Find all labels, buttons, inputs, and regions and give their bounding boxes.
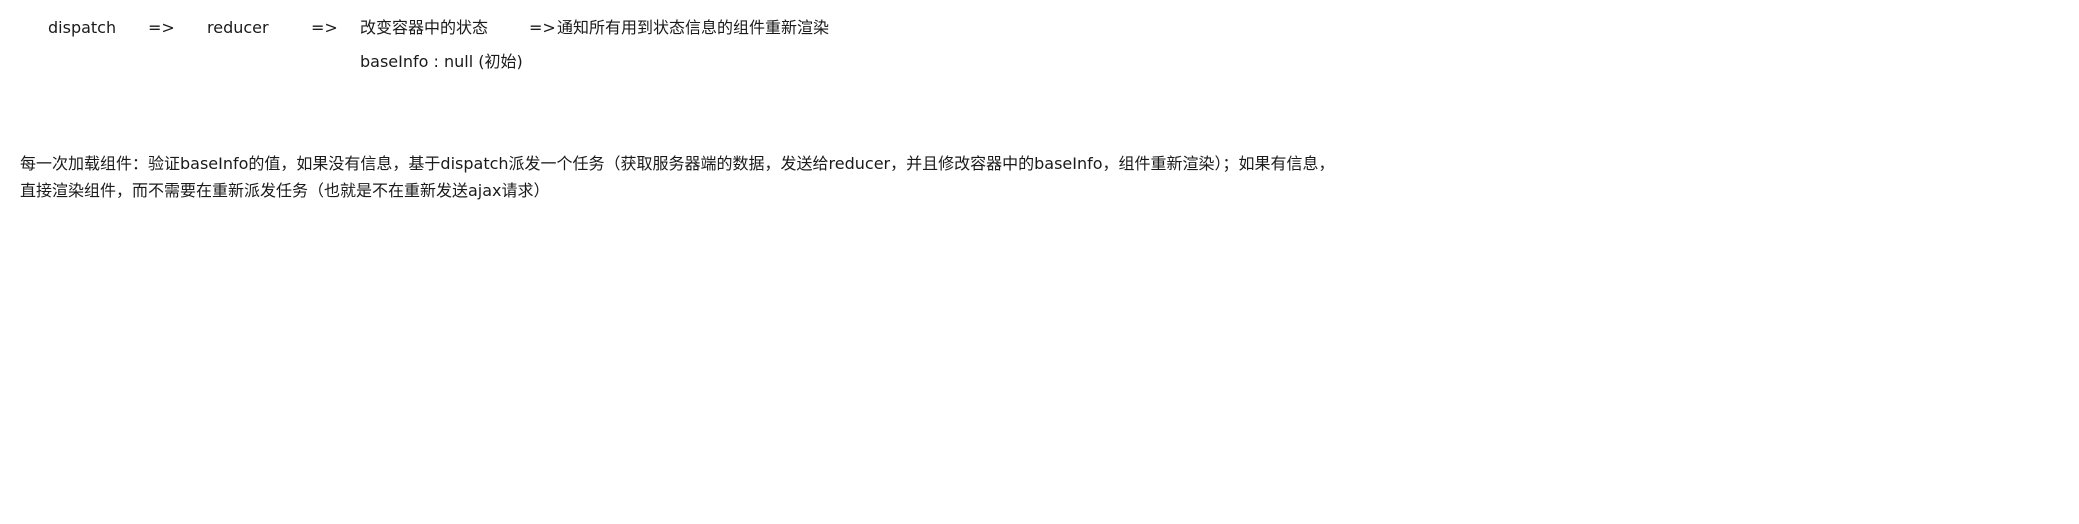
flow-step-change-state: 改变容器中的状态 [360, 18, 489, 37]
description-line: 直接渲染组件，而不需要在重新派发任务（也就是不在重新发送ajax请求） [20, 181, 550, 200]
flow-arrow: => [311, 18, 338, 37]
description-paragraph: 每一次加载组件：验证baseInfo的值，如果没有信息，基于dispatch派发… [20, 150, 1420, 204]
flow-step-notify: 通知所有用到状态信息的组件重新渲染 [557, 18, 830, 37]
initial-state-note: baseInfo : null (初始) [360, 52, 523, 71]
description-line: 每一次加载组件：验证baseInfo的值，如果没有信息，基于dispatch派发… [20, 154, 1335, 173]
flow-arrow: => [148, 18, 175, 37]
flow-step-reducer: reducer [207, 18, 269, 37]
flow-arrow: => [529, 18, 556, 37]
flow-diagram: dispatch => reducer => 改变容器中的状态 => 通知所有用… [0, 17, 900, 41]
flow-step-dispatch: dispatch [48, 18, 117, 37]
